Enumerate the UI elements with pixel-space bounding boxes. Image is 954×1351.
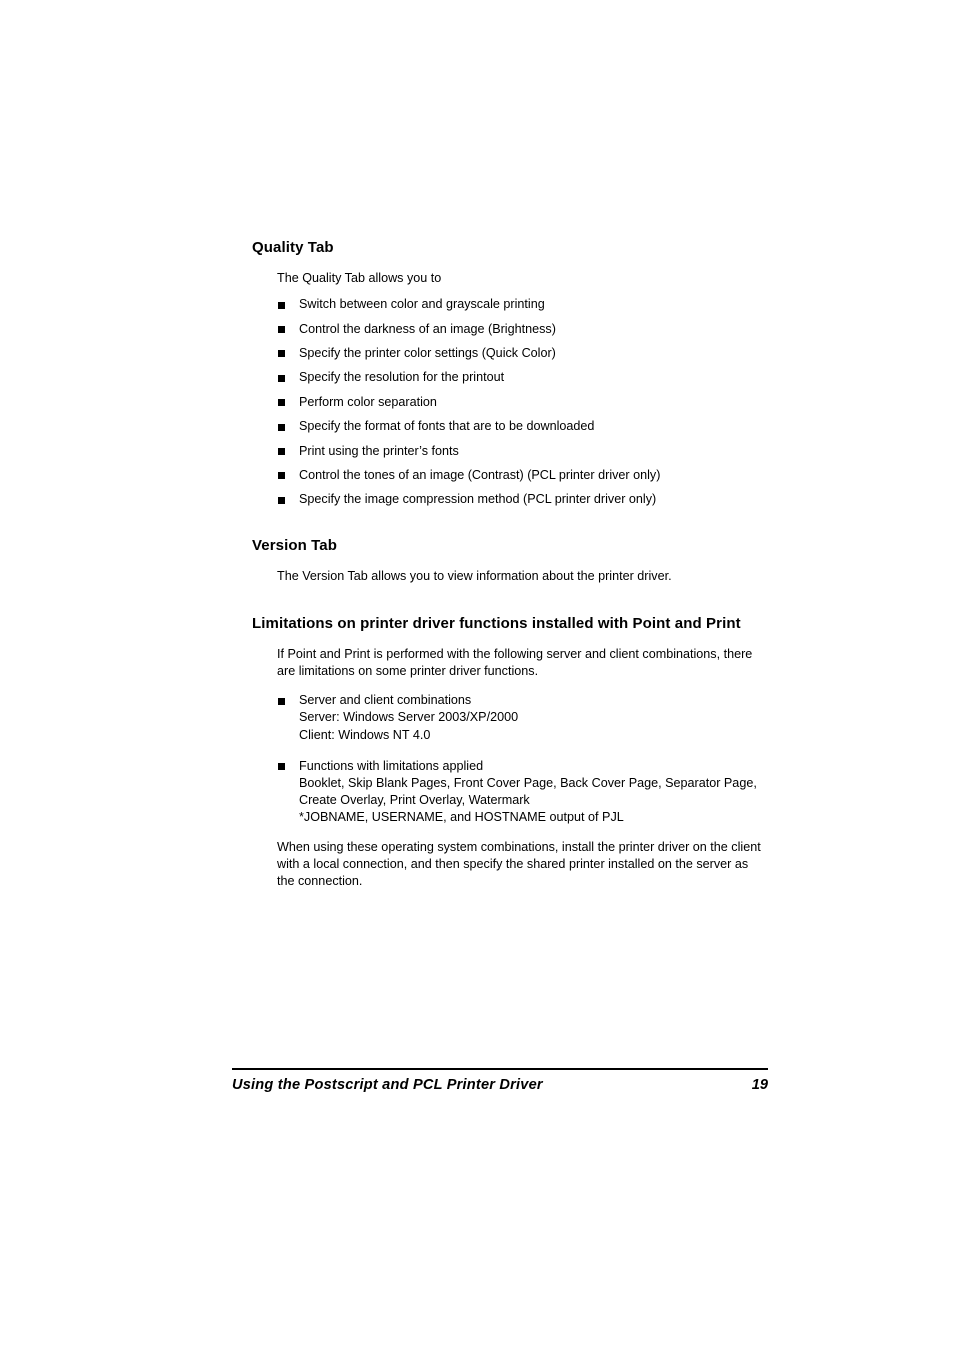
- list-item: Control the darkness of an image (Bright…: [277, 321, 768, 338]
- footer-chapter-title: Using the Postscript and PCL Printer Dri…: [232, 1076, 543, 1093]
- list-item-label: Specify the format of fonts that are to …: [299, 419, 595, 434]
- quality-tab-intro: The Quality Tab allows you to: [277, 271, 442, 285]
- footer-divider: [232, 1068, 768, 1070]
- section-heading-quality-tab: Quality Tab: [252, 239, 334, 256]
- limitations-bullet-list: Server and client combinations Server: W…: [277, 692, 768, 826]
- list-item: Functions with limitations applied Bookl…: [277, 758, 768, 827]
- limitations-body: If Point and Print is performed with the…: [277, 646, 768, 890]
- list-item-detail-client: Client: Windows NT 4.0: [299, 727, 431, 742]
- square-bullet-icon: [278, 350, 285, 358]
- list-item: Print using the printer’s fonts: [277, 443, 768, 460]
- section-heading-version-tab: Version Tab: [252, 536, 338, 554]
- square-bullet-icon: [278, 472, 285, 480]
- square-bullet-icon: [278, 326, 285, 334]
- list-item-label: Perform color separation: [299, 394, 437, 409]
- version-tab-intro: The Version Tab allows you to view infor…: [277, 568, 672, 583]
- square-bullet-icon: [278, 374, 285, 382]
- square-bullet-icon: [278, 496, 285, 504]
- quality-tab-bullet-list: Switch between color and grayscale print…: [277, 296, 768, 508]
- square-bullet-icon: [278, 301, 285, 309]
- document-page: Quality Tab The Quality Tab allows you t…: [0, 0, 954, 1351]
- list-item-label: Print using the printer’s fonts: [299, 443, 459, 458]
- limitations-closing-paragraph: When using these operating system combin…: [277, 839, 761, 888]
- square-bullet-icon: [278, 697, 285, 705]
- section-heading-limitations: Limitations on printer driver functions …: [252, 614, 741, 632]
- list-item-label: Specify the printer color settings (Quic…: [299, 345, 556, 360]
- list-item: Control the tones of an image (Contrast)…: [277, 467, 768, 484]
- list-item-label: Control the tones of an image (Contrast)…: [299, 467, 661, 482]
- list-item: Perform color separation: [277, 394, 768, 411]
- list-item: Specify the resolution for the printout: [277, 369, 768, 386]
- footer-row: Using the Postscript and PCL Printer Dri…: [232, 1077, 768, 1093]
- list-item-detail-pjl: *JOBNAME, USERNAME, and HOSTNAME output …: [299, 810, 624, 825]
- list-item-label: Specify the resolution for the printout: [299, 370, 505, 385]
- square-bullet-icon: [278, 763, 285, 771]
- square-bullet-icon: [278, 399, 285, 407]
- square-bullet-icon: [278, 423, 285, 431]
- page-number: 19: [751, 1076, 768, 1093]
- page-footer: Using the Postscript and PCL Printer Dri…: [232, 1068, 768, 1093]
- list-item-label: Server and client combinations: [299, 693, 472, 708]
- quality-tab-body: The Quality Tab allows you to Switch bet…: [277, 270, 768, 509]
- list-item-detail-functions: Booklet, Skip Blank Pages, Front Cover P…: [299, 775, 757, 808]
- list-item: Specify the format of fonts that are to …: [277, 418, 768, 435]
- limitations-intro: If Point and Print is performed with the…: [277, 646, 753, 678]
- list-item-detail-server: Server: Windows Server 2003/XP/2000: [299, 710, 519, 725]
- list-item-label: Switch between color and grayscale print…: [299, 297, 545, 312]
- list-item-label: Control the darkness of an image (Bright…: [299, 321, 556, 336]
- square-bullet-icon: [278, 448, 285, 456]
- list-item: Specify the image compression method (PC…: [277, 491, 768, 508]
- list-item: Specify the printer color settings (Quic…: [277, 345, 768, 362]
- list-item-label: Functions with limitations applied: [299, 758, 484, 773]
- list-item: Server and client combinations Server: W…: [277, 692, 768, 744]
- page-content: Quality Tab The Quality Tab allows you t…: [252, 238, 768, 890]
- version-tab-body: The Version Tab allows you to view infor…: [277, 568, 768, 585]
- list-item-label: Specify the image compression method (PC…: [299, 492, 657, 507]
- list-item: Switch between color and grayscale print…: [277, 296, 768, 313]
